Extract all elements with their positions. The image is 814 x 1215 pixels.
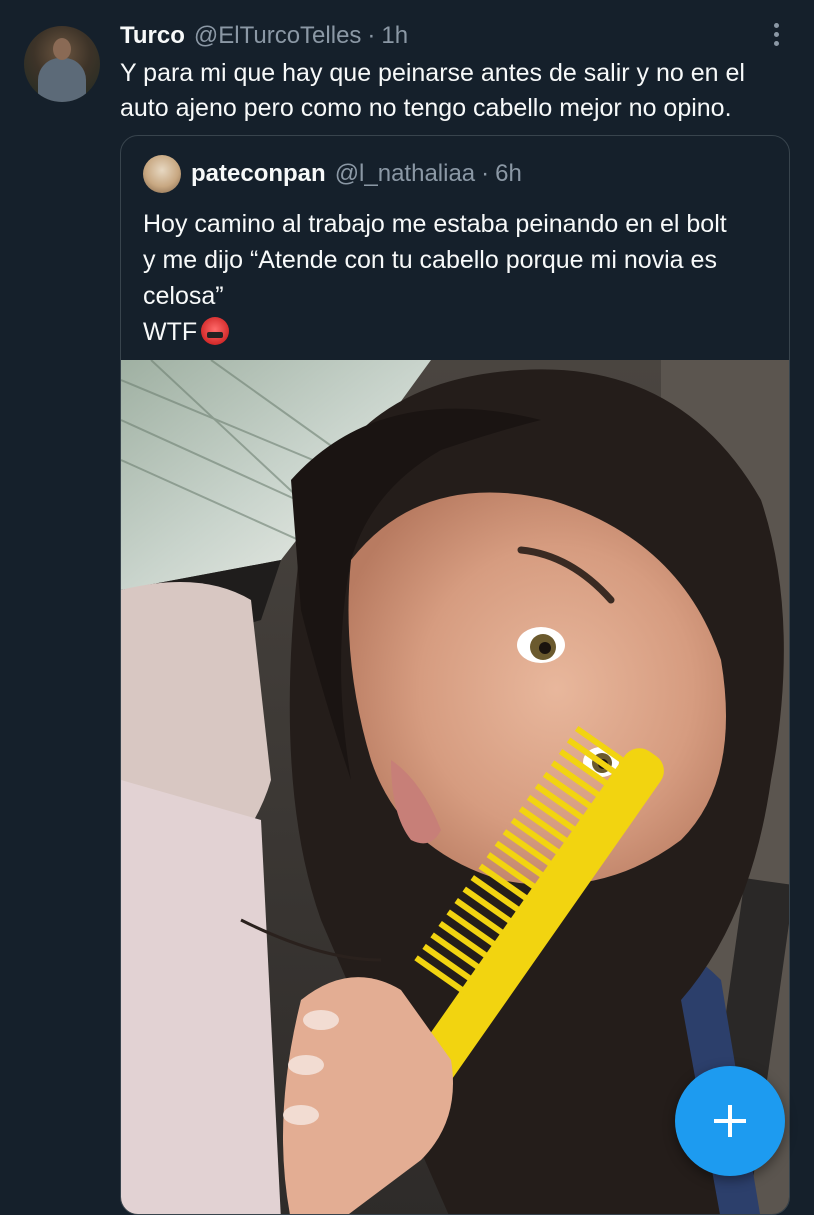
quoted-tweet[interactable]: pateconpan @l_nathaliaa · 6h Hoy camino … — [120, 135, 790, 1215]
quoted-avatar[interactable] — [143, 155, 181, 193]
angry-symbols-emoji-icon — [201, 317, 230, 345]
quoted-tweet-header: pateconpan @l_nathaliaa · 6h — [191, 158, 522, 190]
more-vertical-icon[interactable] — [766, 18, 786, 50]
compose-button[interactable] — [675, 1066, 785, 1176]
display-name[interactable]: Turco — [120, 22, 185, 50]
quoted-display-name: pateconpan — [191, 160, 326, 187]
tweet-text: Y para mi que hay que peinarse antes de … — [120, 59, 745, 122]
quoted-text-line: Hoy camino al trabajo me estaba peinando… — [143, 210, 727, 238]
quoted-separator-dot: · — [481, 160, 490, 187]
user-handle[interactable]: @ElTurcoTelles — [194, 22, 362, 50]
quoted-user-handle: @l_nathaliaa — [334, 160, 476, 187]
wtf-text: WTF — [143, 318, 198, 346]
quoted-text-line: y me dijo “Atende con tu cabello porque … — [143, 246, 717, 274]
tweet-header: Turco @ElTurcoTelles · 1h — [120, 20, 408, 52]
quoted-text-line-last: WTF — [143, 314, 773, 350]
plus-icon — [714, 1105, 746, 1137]
quoted-tweet-timestamp: 6h — [495, 160, 522, 187]
tweet: Turco @ElTurcoTelles · 1h Y para mi que … — [0, 0, 814, 1215]
separator-dot: · — [367, 22, 376, 49]
quoted-text-line: celosa” — [143, 282, 224, 310]
tweet-timestamp[interactable]: 1h — [381, 22, 408, 50]
avatar[interactable] — [24, 26, 100, 102]
quoted-tweet-text: Hoy camino al trabajo me estaba peinando… — [143, 206, 773, 350]
